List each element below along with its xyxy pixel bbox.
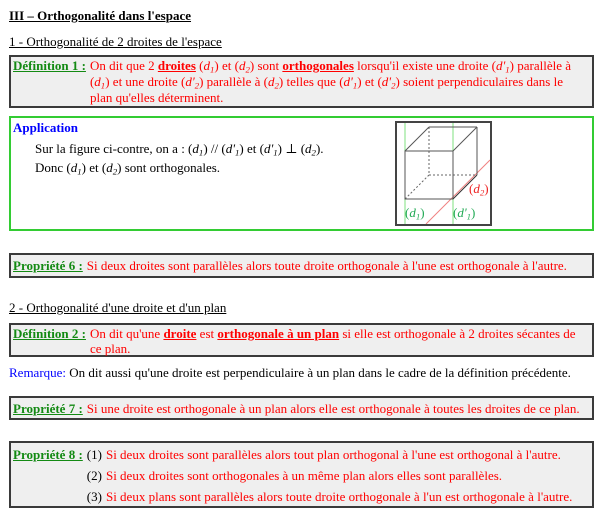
- property-6-text: Si deux droites sont parallèles alors to…: [86, 258, 567, 273]
- property-8-item: (1) Si deux droites sont parallèles alors…: [87, 444, 588, 465]
- property-6-label: Propriété 6 :: [13, 258, 83, 273]
- subscript: 1: [234, 147, 240, 158]
- math-variable: d'1: [343, 74, 358, 91]
- math-variable: d'1: [263, 141, 278, 158]
- label-d1-prime: (d'1): [453, 205, 476, 222]
- property-6-box: Propriété 6 : Si deux droites sont paral…: [9, 253, 594, 278]
- item-number: (2): [86, 468, 102, 483]
- definition-1-box: Définition 1 : On dit que 2 droites (d1)…: [9, 55, 594, 108]
- math-variable: d2: [238, 58, 250, 75]
- property-8-label: Propriété 8 :: [13, 447, 83, 462]
- math-variable: d'2: [381, 74, 396, 91]
- math-variable: d1: [192, 141, 204, 158]
- subscript: 2: [274, 80, 279, 91]
- definition-1-text: On dit que 2 droites (d1) et (d2) sont o…: [89, 58, 571, 105]
- subscript: 1: [415, 211, 421, 222]
- remark-text: On dit aussi qu'une droite est perpendic…: [66, 365, 571, 380]
- emphasized-term: orthogonales: [282, 58, 354, 73]
- subscript: 2: [194, 80, 200, 91]
- property-8-items: (1) Si deux droites sont parallèles alors…: [87, 444, 588, 507]
- property-8-box: Propriété 8 : (1) Si deux droites sont pa…: [9, 441, 594, 508]
- definition-2-text: On dit qu'une droite est orthogonale à u…: [89, 326, 576, 356]
- item-text: Si deux plans sont parallèles alors tout…: [105, 489, 573, 504]
- remark-label: Remarque:: [9, 365, 67, 380]
- subscript: 1: [209, 64, 215, 75]
- cube-visible-edges: [404, 126, 478, 200]
- remark: Remarque: On dit aussi qu'une droite est…: [9, 365, 571, 381]
- definition-2-box: Définition 2 : On dit qu'une droite est …: [9, 323, 594, 357]
- math-variable: d2: [305, 141, 316, 158]
- subscript: 1: [466, 211, 472, 222]
- subscript: 2: [311, 147, 316, 158]
- definition-2-label: Définition 2 :: [13, 326, 86, 341]
- subscript: 1: [352, 80, 358, 91]
- math-variable: d1: [94, 74, 106, 91]
- math-variable: d1: [203, 58, 215, 75]
- item-text: Si deux droites sont orthogonales à un m…: [105, 468, 503, 483]
- math-variable: d'2: [185, 74, 200, 91]
- chapter-title: III – Orthogonalité dans l'espace: [9, 8, 192, 23]
- subscript: 1: [273, 147, 278, 158]
- subscript: 1: [100, 80, 106, 91]
- emphasized-term: droite: [163, 326, 197, 341]
- math-variable: d'1: [225, 141, 240, 158]
- property-7-text: Si une droite est orthogonale à un plan …: [86, 401, 580, 416]
- subscript: 1: [505, 64, 510, 75]
- property-8-item: (2) Si deux droites sont orthogonales à u…: [87, 465, 588, 486]
- property-8-item: (3) Si deux plans sont parallèles alors t…: [87, 486, 588, 507]
- math-variable: d'1: [495, 58, 510, 75]
- section-2-title: 2 - Orthogonalité d'une droite et d'un p…: [9, 300, 227, 315]
- math-variable: d2: [473, 181, 485, 198]
- subscript: 2: [391, 80, 396, 91]
- item-number: (3): [86, 489, 102, 504]
- item-text: Si deux droites sont parallèles alors to…: [105, 447, 561, 462]
- application-title: Application: [13, 120, 79, 135]
- label-d1: (d1): [405, 205, 425, 222]
- label-d2: (d2): [469, 181, 489, 198]
- math-variable: d2: [268, 74, 279, 91]
- cube-figure: (d1) (d'1) (d2): [395, 121, 492, 226]
- application-line-1: Sur la figure ci-contre, on a : (d1) // …: [35, 141, 324, 158]
- subscript: 2: [112, 166, 118, 177]
- application-box: Application Sur la figure ci-contre, on …: [9, 116, 594, 231]
- subscript: 1: [77, 166, 82, 177]
- application-line-2: Donc (d1) et (d2) sont orthogonales.: [35, 160, 221, 177]
- math-variable: d2: [106, 160, 118, 177]
- item-number: (1): [86, 447, 102, 462]
- math-variable: d'1: [457, 205, 472, 222]
- subscript: 2: [245, 64, 250, 75]
- section-1-title: 1 - Orthogonalité de 2 droites de l'espa…: [9, 34, 222, 49]
- definition-1-label: Définition 1 :: [13, 58, 86, 73]
- math-variable: d1: [70, 160, 82, 177]
- property-7-label: Propriété 7 :: [13, 401, 83, 416]
- emphasized-term: orthogonale à un plan: [217, 326, 340, 341]
- subscript: 1: [198, 147, 204, 158]
- subscript: 2: [479, 187, 485, 198]
- emphasized-term: droites: [157, 58, 196, 73]
- math-variable: d1: [409, 205, 421, 222]
- property-7-box: Propriété 7 : Si une droite est orthogon…: [9, 396, 594, 420]
